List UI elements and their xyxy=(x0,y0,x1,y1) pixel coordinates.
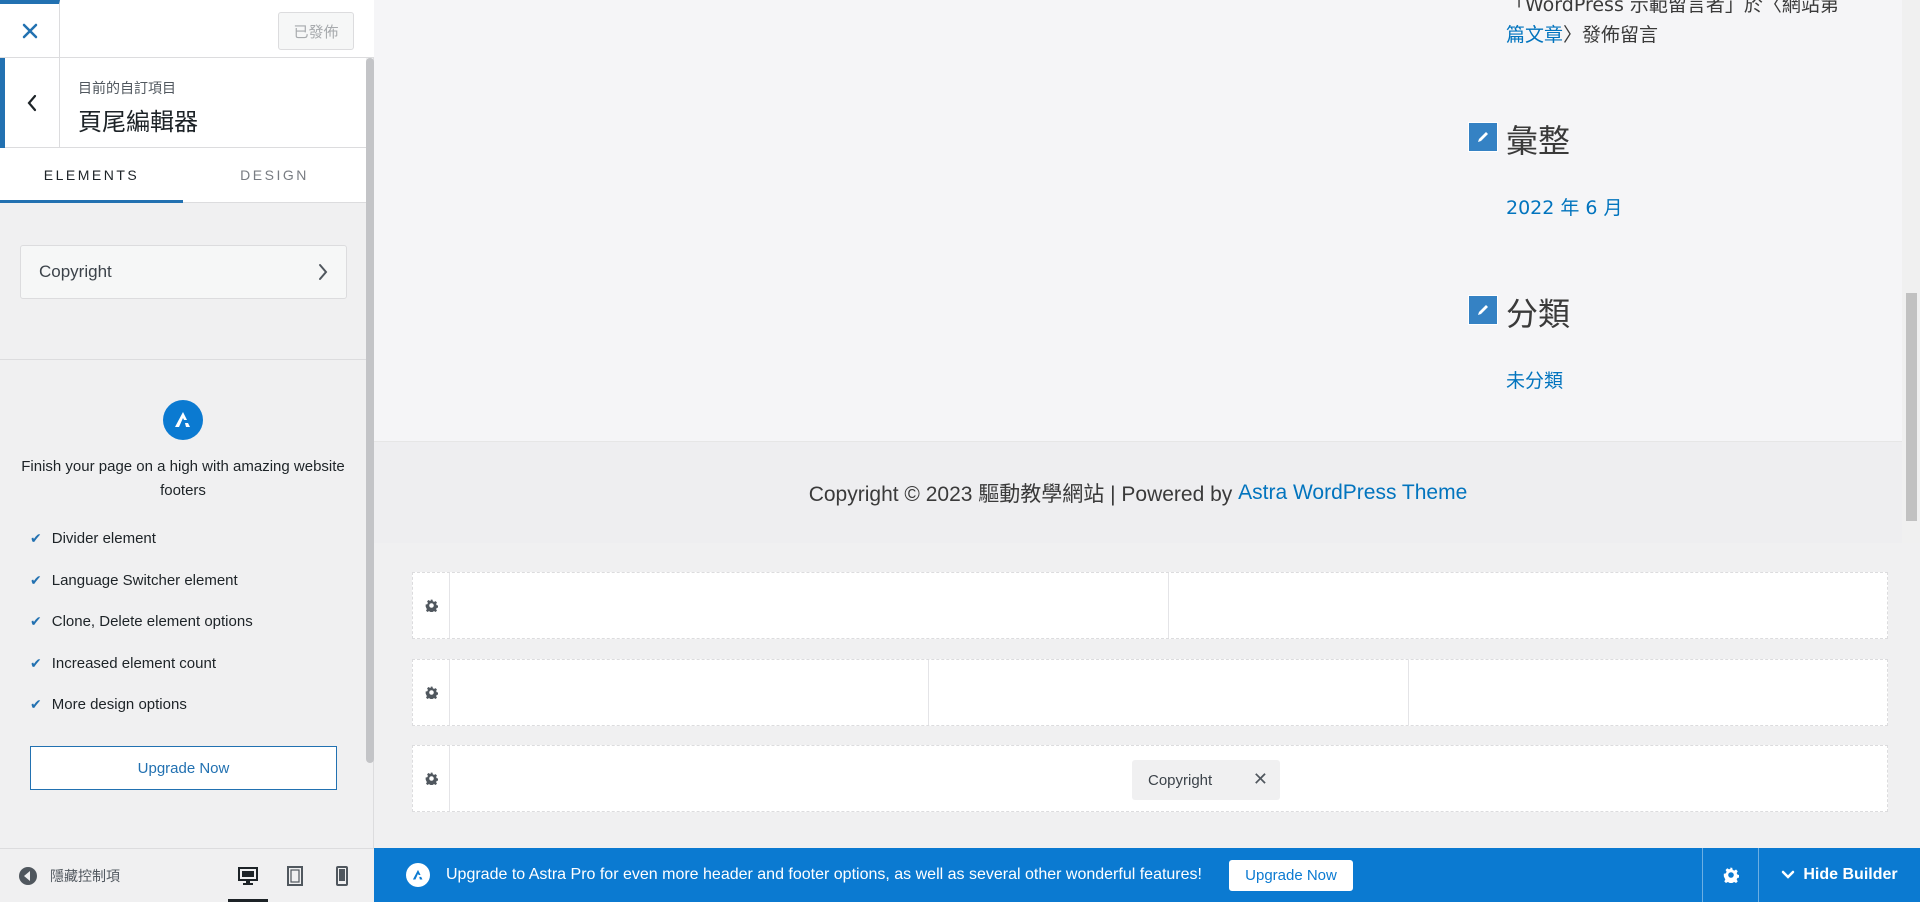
site-footer: Copyright © 2023 驅動教學網站 | Powered by Ast… xyxy=(374,441,1902,543)
gear-icon xyxy=(425,686,438,699)
archive-link[interactable]: 2022 年 6 月 xyxy=(1506,193,1623,220)
feature-item: ✔ Clone, Delete element options xyxy=(30,613,253,631)
upsell-description: Finish your page on a high with amazing … xyxy=(21,458,345,499)
row-zone[interactable] xyxy=(1169,573,1887,638)
customizer-panel: 已發佈 目前的自訂項目 頁尾編輯器 ELEMENTS DESIGN Copyri… xyxy=(0,0,374,902)
builder-settings-button[interactable] xyxy=(1702,848,1758,902)
row-settings-button[interactable] xyxy=(413,660,450,725)
section-title: 目前的自訂項目 頁尾編輯器 xyxy=(0,58,366,148)
pencil-icon xyxy=(1478,305,1488,315)
hide-controls-label: 隱藏控制項 xyxy=(50,869,120,885)
panel-tabs: ELEMENTS DESIGN xyxy=(0,148,366,203)
section-heading: 頁尾編輯器 xyxy=(78,108,198,136)
edit-widget-button[interactable] xyxy=(1468,295,1498,325)
site-preview: 「WordPress 示範留言者」於〈網站第 篇文章〉發佈留言 彙整 2022 … xyxy=(374,0,1920,543)
device-desktop-button[interactable] xyxy=(228,853,268,902)
gear-icon xyxy=(425,599,438,612)
publish-button[interactable]: 已發佈 xyxy=(278,12,354,50)
copyright-chip[interactable]: Copyright ✕ xyxy=(1132,760,1280,800)
preview-scrollbar[interactable] xyxy=(1902,0,1920,543)
upgrade-bar: Upgrade to Astra Pro for even more heade… xyxy=(374,848,1920,902)
preview-content: 「WordPress 示範留言者」於〈網站第 篇文章〉發佈留言 彙整 2022 … xyxy=(374,0,1902,441)
upgrade-now-button[interactable]: Upgrade Now xyxy=(30,746,337,790)
check-icon: ✔ xyxy=(30,530,42,547)
preview-scroll-thumb[interactable] xyxy=(1906,293,1917,521)
feature-item: ✔ More design options xyxy=(30,696,187,714)
feature-item: ✔ Divider element xyxy=(30,530,156,548)
upgrade-bar-text: Upgrade to Astra Pro for even more heade… xyxy=(446,866,1202,883)
row-zone[interactable] xyxy=(929,660,1409,725)
tablet-icon xyxy=(287,866,303,886)
row-zone[interactable] xyxy=(1409,660,1887,725)
feature-item: ✔ Increased element count xyxy=(30,654,217,672)
hide-builder-label: Hide Builder xyxy=(1803,866,1898,883)
astra-logo-icon xyxy=(406,863,430,887)
tab-elements[interactable]: ELEMENTS xyxy=(0,148,183,203)
tab-design[interactable]: DESIGN xyxy=(183,148,366,202)
footer-row-above xyxy=(412,572,1888,639)
copyright-chip-label: Copyright xyxy=(1148,771,1213,789)
check-icon: ✔ xyxy=(30,613,42,630)
close-customizer-button[interactable] xyxy=(0,0,60,58)
hide-controls-button[interactable]: 隱藏控制項 xyxy=(18,849,120,902)
pencil-icon xyxy=(1478,132,1488,142)
row-zone[interactable] xyxy=(450,660,930,725)
gear-icon xyxy=(1723,867,1739,883)
row-settings-button[interactable] xyxy=(413,573,450,638)
footer-copyright-text: Copyright © 2023 驅動教學網站 | Powered by xyxy=(808,482,1233,506)
back-button[interactable] xyxy=(0,58,60,148)
hide-builder-button[interactable]: Hide Builder xyxy=(1758,848,1920,902)
device-tablet-button[interactable] xyxy=(275,853,315,899)
breadcrumb: 目前的自訂項目 xyxy=(78,81,176,97)
post-link[interactable]: 篇文章 xyxy=(1506,24,1563,46)
row-zone[interactable] xyxy=(450,573,1169,638)
row-settings-button[interactable] xyxy=(413,746,450,811)
recent-comments-widget: 「WordPress 示範留言者」於〈網站第 篇文章〉發佈留言 xyxy=(1506,0,1839,46)
upgrade-now-bar-button[interactable]: Upgrade Now xyxy=(1229,860,1353,891)
chevron-left-icon xyxy=(27,94,37,112)
feature-item: ✔ Language Switcher element xyxy=(30,571,238,589)
panel-header: 已發佈 xyxy=(0,0,374,58)
mobile-icon xyxy=(336,866,348,886)
panel-footer: 隱藏控制項 xyxy=(0,848,374,902)
astra-logo-icon xyxy=(163,400,203,440)
edit-widget-button[interactable] xyxy=(1468,122,1498,152)
panel-scrollbar[interactable] xyxy=(366,58,374,763)
categories-widget-title: 分類 xyxy=(1468,289,1570,335)
remove-element-icon[interactable]: ✕ xyxy=(1253,769,1268,790)
device-mobile-button[interactable] xyxy=(322,853,362,899)
check-icon: ✔ xyxy=(30,571,42,588)
footer-row-primary xyxy=(412,659,1888,726)
chevron-right-icon xyxy=(319,264,328,280)
row-zone[interactable]: Copyright ✕ xyxy=(450,746,1887,811)
feature-list: ✔ Divider element ✔ Language Switcher elem… xyxy=(30,518,253,726)
upsell-box: Finish your page on a high with amazing … xyxy=(0,359,366,839)
copyright-element-label: Copyright xyxy=(39,262,112,281)
collapse-icon xyxy=(19,867,37,885)
check-icon: ✔ xyxy=(30,696,42,713)
close-icon xyxy=(22,23,37,39)
copyright-element-item[interactable]: Copyright xyxy=(20,245,347,299)
category-link[interactable]: 未分類 xyxy=(1506,366,1563,393)
desktop-icon xyxy=(238,867,258,885)
theme-link[interactable]: Astra WordPress Theme xyxy=(1238,481,1467,505)
gear-icon xyxy=(425,772,438,785)
footer-row-below: Copyright ✕ xyxy=(412,745,1888,812)
archives-widget-title: 彙整 xyxy=(1468,116,1570,162)
chevron-down-icon xyxy=(1782,870,1795,879)
check-icon: ✔ xyxy=(30,654,42,671)
